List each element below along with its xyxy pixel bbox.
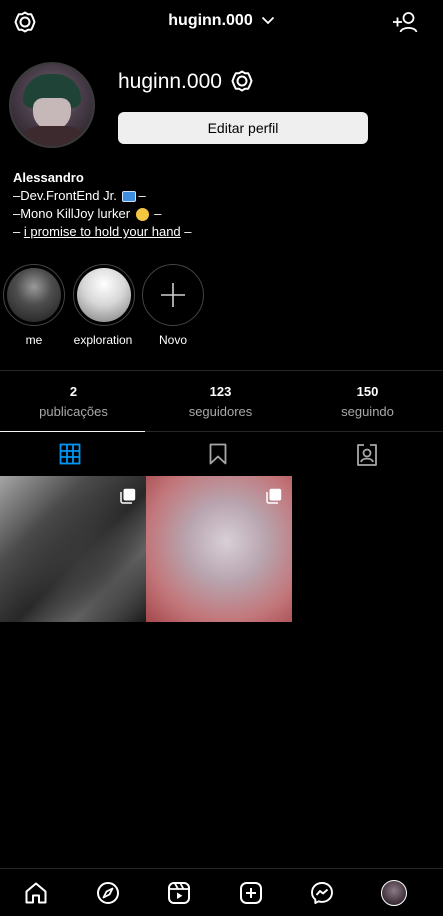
full-name: Alessandro [13,170,84,185]
divider [0,370,443,371]
highlight-exploration[interactable] [73,264,135,326]
bio-text: – [138,188,146,203]
tagged-user-icon[interactable] [355,443,379,467]
stat-posts: 2 publicações [0,384,147,422]
profile-username: huginn.000 [118,70,222,93]
bio-text: –Dev.FrontEnd Jr. [13,188,117,203]
bio-line-1: –Dev.FrontEnd Jr. – [13,187,192,205]
highlight-cover [7,268,61,322]
explore-icon[interactable] [96,881,120,905]
stat-value: 123 [209,384,232,399]
account-switcher[interactable]: huginn.000 [0,12,443,30]
bio-text: – [154,206,162,221]
bio-text: –Mono KillJoy lurker [13,206,131,221]
bottom-navigation [0,868,443,916]
options-gear-icon[interactable] [230,69,254,93]
active-tab-indicator [0,431,145,432]
post-thumbnail[interactable] [0,476,146,622]
add-user-icon[interactable] [392,10,418,34]
stat-following[interactable]: 150 seguindo [294,384,441,422]
profile-avatar[interactable] [9,62,95,148]
edit-profile-button[interactable]: Editar perfil [118,112,368,144]
grid-icon[interactable] [59,443,81,465]
computer-emoji-icon [122,191,137,203]
stat-label: seguidores [188,404,253,419]
stat-label: seguindo [341,404,394,419]
highlight-label: exploration [73,333,133,347]
bio-text: – [180,224,192,239]
highlight-new[interactable] [142,264,204,326]
bio-link[interactable]: i promise to hold your hand [24,224,181,239]
profile-avatar-nav[interactable] [381,880,407,906]
home-icon[interactable] [24,881,48,905]
flushed-face-emoji-icon [135,208,149,222]
chevron-down-icon [261,16,275,25]
multiple-posts-icon [266,488,282,504]
highlight-cover [77,268,131,322]
reels-icon[interactable] [167,881,191,905]
plus-icon [161,283,185,307]
bio: Alessandro –Dev.FrontEnd Jr. – –Mono Kil… [13,169,192,241]
highlight-label: Novo [158,333,187,347]
stat-value: 150 [356,384,379,399]
multiple-posts-icon [120,488,136,504]
stat-followers[interactable]: 123 seguidores [147,384,294,422]
bookmark-icon[interactable] [207,443,229,465]
messenger-icon[interactable] [310,881,334,905]
post-thumbnail[interactable] [146,476,292,622]
header-username: huginn.000 [168,12,253,29]
bio-line-2: –Mono KillJoy lurker – [13,205,192,223]
stat-value: 2 [69,384,78,399]
highlight-me[interactable] [3,264,65,326]
new-post-icon[interactable] [239,881,263,905]
bio-text: – [13,224,24,239]
stat-label: publicações [39,404,108,419]
bio-line-3: – i promise to hold your hand – [13,223,192,241]
